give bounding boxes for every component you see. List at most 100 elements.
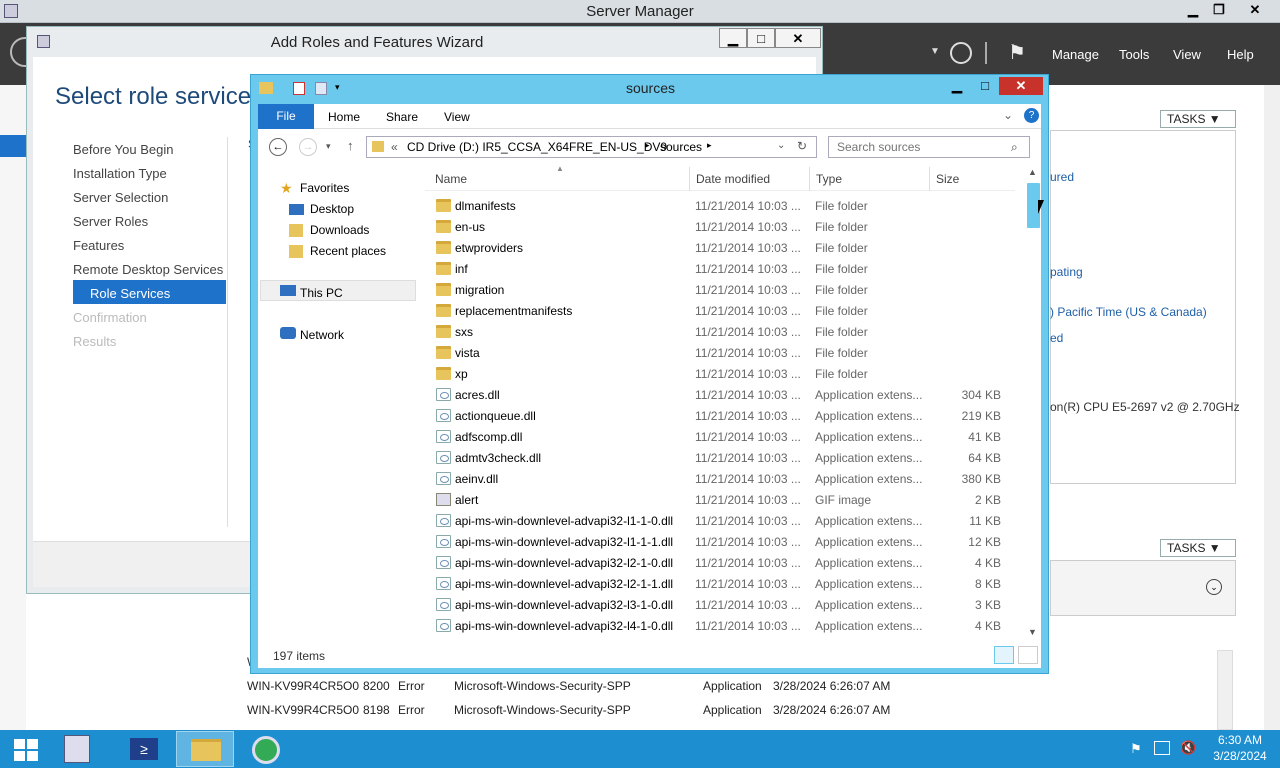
menu-tools[interactable]: Tools [1119,47,1149,62]
expand-icon[interactable]: ⌄ [1206,579,1222,595]
file-row[interactable]: api-ms-win-downlevel-advapi32-l4-1-0.dll… [425,616,1015,637]
nav-recent-places[interactable]: Recent places [310,244,386,258]
nav-desktop[interactable]: Desktop [310,202,354,216]
flag-icon[interactable]: ⚑ [1008,40,1026,65]
search-input[interactable] [837,140,1007,154]
nav-this-pc[interactable]: This PC [300,286,343,300]
file-row[interactable]: actionqueue.dll 11/21/2014 10:03 ... Appli… [425,406,1015,427]
file-row[interactable]: migration 11/21/2014 10:03 ... File folder [425,280,1015,301]
step-server-roles[interactable]: Server Roles [73,214,148,229]
prop-link-2[interactable]: pating [1050,265,1083,279]
taskbar-server-manager-icon[interactable] [52,731,108,767]
col-divider[interactable] [689,167,690,191]
file-row[interactable]: replacementmanifests 11/21/2014 10:03 ...… [425,301,1015,322]
file-row[interactable]: sxs 11/21/2014 10:03 ... File folder [425,322,1015,343]
file-row[interactable]: acres.dll 11/21/2014 10:03 ... Application… [425,385,1015,406]
volume-muted-icon[interactable]: 🔇 [1180,740,1196,756]
clock-time[interactable]: 6:30 AM [1205,733,1275,747]
file-row[interactable]: adfscomp.dll 11/21/2014 10:03 ... Applicat… [425,427,1015,448]
forward-icon[interactable]: → [299,138,317,156]
menu-manage[interactable]: Manage [1052,47,1099,62]
refresh-icon[interactable] [950,42,972,64]
step-installation-type[interactable]: Installation Type [73,166,167,181]
recent-locations-icon[interactable]: ▾ [326,141,331,152]
log-row-1[interactable]: WIN-KV99R4CR5O0 8200 Error Microsoft-Win… [247,679,927,695]
address-separator-icon[interactable]: ▸ [707,140,712,151]
file-row[interactable]: vista 11/21/2014 10:03 ... File folder [425,343,1015,364]
tasks-dropdown-1[interactable]: TASKS ▼ [1160,110,1236,128]
file-row[interactable]: api-ms-win-downlevel-advapi32-l1-1-1.dll… [425,532,1015,553]
ribbon-expand-icon[interactable]: ⌄ [1003,108,1013,122]
explorer-minimize-button[interactable]: ▁ [943,77,971,95]
clock-date[interactable]: 3/28/2024 [1205,749,1275,763]
file-row[interactable]: en-us 11/21/2014 10:03 ... File folder [425,217,1015,238]
file-row[interactable]: alert 11/21/2014 10:03 ... GIF image 2 KB [425,490,1015,511]
details-view-icon[interactable] [994,646,1014,664]
tab-home[interactable]: Home [328,110,360,124]
tab-share[interactable]: Share [386,110,418,124]
file-list-scrollbar[interactable]: ▲ ▼ [1025,165,1041,642]
menu-view[interactable]: View [1173,47,1201,62]
taskbar-internet-explorer-icon[interactable] [238,731,294,767]
file-row[interactable]: etwproviders 11/21/2014 10:03 ... File fol… [425,238,1015,259]
step-before-you-begin[interactable]: Before You Begin [73,142,173,157]
wizard-minimize-button[interactable]: ▁ [719,28,747,48]
taskbar-powershell-icon[interactable]: ≥ [116,731,172,767]
events-scrollbar[interactable] [1217,650,1233,730]
file-row[interactable]: api-ms-win-downlevel-advapi32-l3-1-0.dll… [425,595,1015,616]
explorer-maximize-button[interactable]: □ [971,77,999,95]
menu-help[interactable]: Help [1227,47,1254,62]
address-segment-sources[interactable]: sources [660,140,702,154]
start-button[interactable] [0,731,56,767]
prop-link-3[interactable]: ed [1050,331,1063,345]
large-icons-view-icon[interactable] [1018,646,1038,664]
scroll-up-icon[interactable]: ▲ [1028,167,1037,177]
file-row[interactable]: admtv3check.dll 11/21/2014 10:03 ... Appli… [425,448,1015,469]
search-icon[interactable]: ⌕ [1011,140,1018,155]
close-button[interactable]: ✕ [1238,0,1272,20]
tab-file[interactable]: File [258,104,314,129]
sm-nav-active[interactable] [0,135,26,157]
wizard-maximize-button[interactable]: □ [747,28,775,48]
tasks-dropdown-2[interactable]: TASKS ▼ [1160,539,1236,557]
restore-button[interactable]: ❐ [1202,0,1236,20]
scroll-down-icon[interactable]: ▼ [1028,627,1037,637]
step-role-services-highlight[interactable]: Role Services [73,280,226,304]
address-separator-icon[interactable]: ▸ [645,140,650,151]
address-overflow[interactable]: « [391,140,398,154]
sm-scrollbar[interactable] [1264,85,1280,730]
file-row[interactable]: inf 11/21/2014 10:03 ... File folder [425,259,1015,280]
col-divider[interactable] [929,167,930,191]
col-name[interactable]: Name [435,172,467,186]
file-row[interactable]: api-ms-win-downlevel-advapi32-l2-1-0.dll… [425,553,1015,574]
help-icon[interactable]: ? [1024,108,1039,123]
nav-downloads[interactable]: Downloads [310,223,369,237]
prop-link-1[interactable]: ured [1050,170,1074,184]
file-row[interactable]: api-ms-win-downlevel-advapi32-l2-1-1.dll… [425,574,1015,595]
col-divider[interactable] [809,167,810,191]
step-remote-desktop-services[interactable]: Remote Desktop Services [73,262,223,277]
taskbar-file-explorer-icon[interactable] [176,731,234,767]
back-icon[interactable]: ← [269,138,287,156]
file-row[interactable]: xp 11/21/2014 10:03 ... File folder [425,364,1015,385]
wizard-close-button[interactable]: ✕ [775,28,821,48]
network-tray-icon[interactable] [1154,741,1170,755]
file-row[interactable]: aeinv.dll 11/21/2014 10:03 ... Application… [425,469,1015,490]
log-row-2[interactable]: WIN-KV99R4CR5O0 8198 Error Microsoft-Win… [247,703,927,719]
tab-view[interactable]: View [444,110,470,124]
refresh-icon[interactable]: ↻ [797,139,807,153]
up-icon[interactable]: ↑ [347,138,354,153]
col-size[interactable]: Size [936,172,959,186]
step-server-selection[interactable]: Server Selection [73,190,168,205]
address-bar[interactable]: « CD Drive (D:) IR5_CCSA_X64FRE_EN-US_DV… [366,136,817,158]
col-type[interactable]: Type [816,172,842,186]
nav-network[interactable]: Network [300,328,344,342]
flag-tray-icon[interactable]: ⚑ [1130,741,1142,757]
address-segment-drive[interactable]: CD Drive (D:) IR5_CCSA_X64FRE_EN-US_DV9 [407,140,667,154]
file-row[interactable]: api-ms-win-downlevel-advapi32-l1-1-0.dll… [425,511,1015,532]
explorer-close-button[interactable]: ✕ [999,77,1043,95]
nav-favorites[interactable]: Favorites [300,181,349,195]
address-dropdown-icon[interactable]: ⌄ [777,140,785,151]
prop-link-timezone[interactable]: ) Pacific Time (US & Canada) [1050,305,1207,319]
dropdown-arrow-icon[interactable]: ▼ [930,46,940,57]
